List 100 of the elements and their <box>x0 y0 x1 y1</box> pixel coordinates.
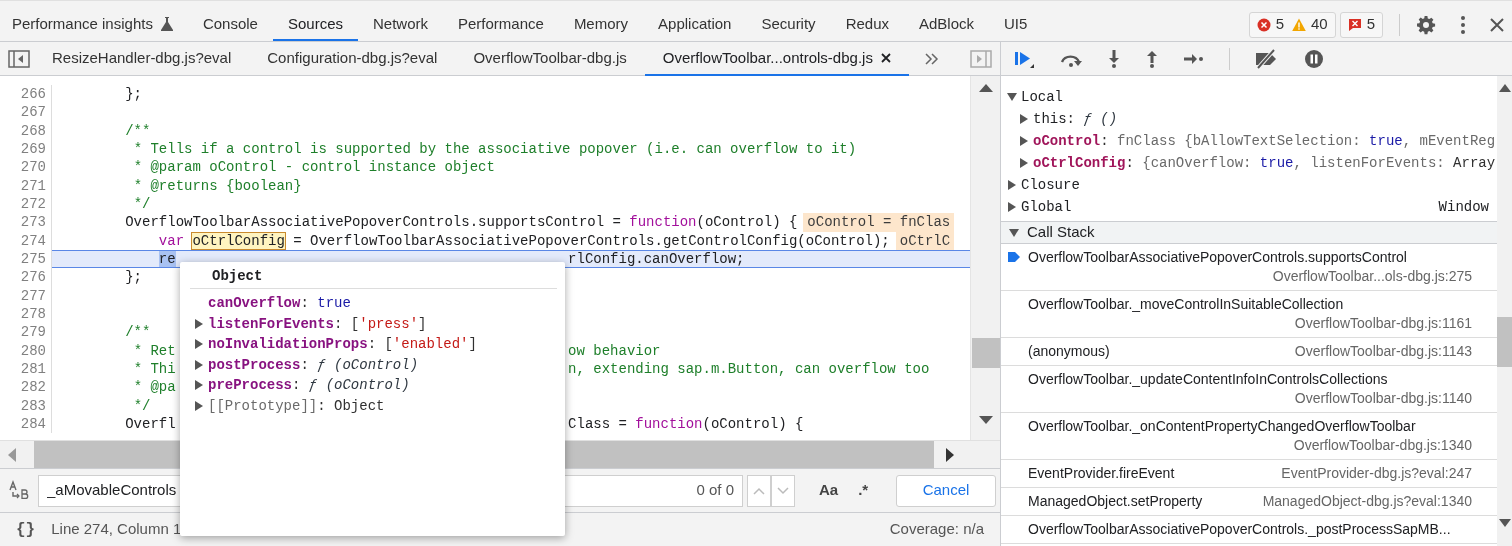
property-text: [[Prototype]]: Object <box>208 396 385 416</box>
source-location: OverflowToolbar-dbg.js:1340 <box>1292 436 1472 455</box>
code-line: * @pa <box>132 378 176 397</box>
panel-tab[interactable]: Performance insights <box>0 8 188 41</box>
cancel-button[interactable]: Cancel <box>896 474 996 507</box>
panel-tab[interactable]: Performance <box>443 8 559 41</box>
expand-arrow-icon[interactable] <box>194 359 204 370</box>
file-tab[interactable]: OverflowToolbar...ontrols-dbg.js <box>644 41 909 76</box>
popover-title: Object <box>211 267 264 286</box>
property-text: postProcess: ƒ (oControl) <box>208 355 419 375</box>
count-label: 5 <box>1366 14 1375 35</box>
code-line: ow behavior <box>568 341 661 360</box>
source-location: ManagedObject-dbg.js?eval:1340 <box>1261 492 1472 511</box>
panel-tab[interactable]: AdBlock <box>904 8 989 41</box>
expand-arrow-icon[interactable] <box>1007 202 1017 212</box>
issue-counter[interactable]: 5 <box>1339 11 1383 38</box>
function-name: OverflowToolbar._moveControlInSuitableCollection <box>1028 295 1344 314</box>
chevron-up-icon <box>753 486 765 495</box>
settings-icon[interactable] <box>1416 14 1436 35</box>
expand-arrow-icon[interactable] <box>194 318 204 329</box>
code-line: }; <box>124 85 143 104</box>
code-line: rlConfig.canOverflow; <box>568 249 745 269</box>
file-tab[interactable]: Configuration-dbg.js?eval <box>249 41 456 76</box>
expand-arrow-icon[interactable] <box>1019 114 1029 124</box>
call-frame[interactable]: OverflowToolbar._onContentPropertyChangedOverflowToolbar OverflowToolbar-dbg.js:1340 <box>1001 413 1497 460</box>
step-icon[interactable] <box>1183 51 1205 66</box>
call-frame[interactable]: OverflowToolbar._updateContentInfoInControlsCollections OverflowToolbar-dbg.js:1140 <box>1001 366 1497 413</box>
code-line: * Tells if a control is supported by the associative popover (i.e. can overflow to it) <box>132 140 857 159</box>
panel-tab[interactable]: Application <box>643 8 747 41</box>
section-title[interactable]: Call Stack <box>1027 221 1095 244</box>
code-line: Class = function(oControl) { <box>568 414 804 434</box>
source-location: OverflowToolbar-dbg.js:1140 <box>1293 389 1472 408</box>
sidebar-toggle-icon[interactable] <box>8 49 30 68</box>
property-text: preProcess: ƒ (oControl) <box>208 376 410 395</box>
call-frame[interactable]: OverflowToolbarAssociativePopoverControls.supportsControl OverflowToolbar...ols-dbg.js:275 <box>1001 244 1497 291</box>
call-frame[interactable]: EventProvider.fireEvent EventProvider-dbg.js?eval:247 <box>1001 460 1497 488</box>
pause-on-exceptions-icon[interactable] <box>1304 48 1324 69</box>
line-number: 269 <box>19 140 47 159</box>
scope-label[interactable]: Local <box>1021 86 1063 108</box>
scroll-up-icon[interactable] <box>978 84 993 92</box>
call-frame[interactable]: OverflowToolbar._moveControlInSuitableCollection OverflowToolbar-dbg.js:1161 <box>1001 291 1497 338</box>
source-location: OverflowToolbar-dbg.js:1161 <box>1293 314 1472 333</box>
expand-arrow-icon[interactable] <box>1009 227 1019 238</box>
line-number: 272 <box>19 194 47 214</box>
pretty-print-button[interactable]: {} <box>16 517 36 542</box>
file-tab[interactable]: OverflowToolbar-dbg.js <box>455 41 645 76</box>
step-out-icon[interactable] <box>1145 48 1159 69</box>
scroll-up-icon[interactable] <box>1498 84 1511 92</box>
more-options-icon[interactable] <box>1460 14 1466 35</box>
code-line: * Thi <box>132 359 176 379</box>
expand-arrow-icon[interactable] <box>1019 136 1029 146</box>
replace-toggle-icon[interactable] <box>8 479 30 502</box>
line-number: 276 <box>19 268 47 287</box>
function-name: OverflowToolbar._onContentPropertyChangedOverflowToolbar <box>1028 417 1416 436</box>
call-frame[interactable]: ManagedObject.setProperty ManagedObject-dbg.js?eval:1340 <box>1001 488 1497 516</box>
code-line: */ <box>132 396 151 415</box>
panel-tab[interactable]: Memory <box>558 8 644 41</box>
match-case-button[interactable]: Aa <box>811 479 847 502</box>
call-frame[interactable]: OverflowToolbarAssociativePopoverControls._postProcessSapMB... <box>1001 516 1497 544</box>
more-tabs-icon[interactable] <box>924 52 939 65</box>
line-number: 274 <box>19 231 47 250</box>
line-number: 266 <box>19 85 47 104</box>
panel-tab[interactable]: Console <box>187 8 273 41</box>
step-into-icon[interactable] <box>1107 48 1121 69</box>
expand-arrow-icon[interactable] <box>194 400 204 411</box>
scroll-down-icon[interactable] <box>978 416 993 424</box>
issue-counter[interactable]: 5 40 <box>1248 11 1336 38</box>
panel-tab[interactable]: Security <box>746 8 831 41</box>
error-icon <box>1256 17 1271 32</box>
expand-arrow-icon[interactable] <box>1019 158 1029 168</box>
regex-button[interactable]: .* <box>850 479 877 502</box>
line-number: 283 <box>19 396 47 415</box>
scrollbar-thumb[interactable] <box>971 338 1000 368</box>
file-tab[interactable]: ResizeHandler-dbg.js?eval <box>34 41 250 76</box>
function-name: ManagedObject.setProperty <box>1028 492 1203 511</box>
close-icon[interactable] <box>1490 17 1504 32</box>
search-input[interactable]: _aMovableControls <box>45 478 697 503</box>
scope-label[interactable]: Global <box>1021 196 1072 218</box>
scope-value: Window <box>1438 198 1489 217</box>
coverage-label: Coverage: n/a <box>889 519 984 540</box>
expand-arrow-icon[interactable] <box>194 339 204 350</box>
scroll-down-icon[interactable] <box>1498 519 1511 527</box>
close-icon[interactable] <box>880 52 891 63</box>
scroll-right-icon[interactable] <box>946 447 954 462</box>
property-text: canOverflow: true <box>208 294 351 313</box>
property-text: listenForEvents: ['press'] <box>208 314 427 334</box>
panel-tab[interactable]: Network <box>358 8 443 41</box>
panel-toggle-icon[interactable] <box>970 49 992 68</box>
scrollbar-thumb[interactable] <box>1497 317 1512 367</box>
call-frame[interactable]: (anonymous) OverflowToolbar-dbg.js:1143 <box>1001 338 1497 366</box>
property-text: noInvalidationProps: ['enabled'] <box>208 335 477 354</box>
expand-arrow-icon[interactable] <box>1007 180 1017 190</box>
source-location: OverflowToolbar...ols-dbg.js:275 <box>1271 267 1472 286</box>
panel-tab[interactable]: UI5 <box>989 8 1043 41</box>
panel-tab[interactable]: Redux <box>830 8 904 41</box>
function-name: (anonymous) <box>1028 342 1110 361</box>
expand-arrow-icon[interactable] <box>194 380 204 391</box>
scope-label[interactable]: Closure <box>1021 174 1080 196</box>
warning-icon <box>1291 17 1306 32</box>
expand-arrow-icon[interactable] <box>1007 92 1017 102</box>
